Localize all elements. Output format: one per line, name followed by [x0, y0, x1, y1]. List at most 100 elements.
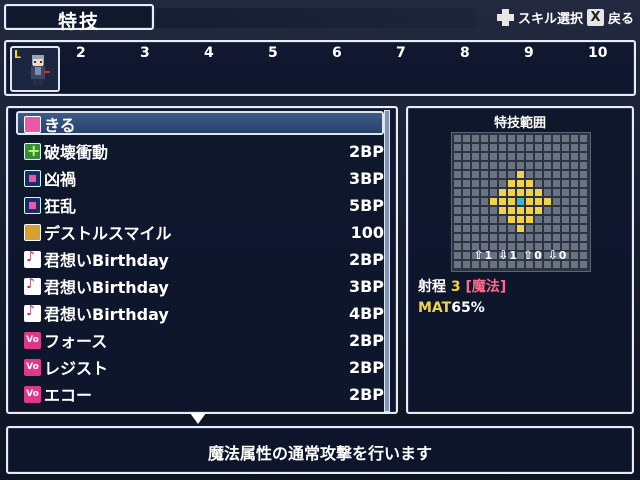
grid-cell — [454, 216, 461, 223]
skill-row[interactable]: 君想いBirthday 3BP — [24, 273, 384, 299]
pattern-icon — [24, 223, 41, 241]
grid-cell — [490, 207, 497, 214]
grid-cell — [508, 171, 515, 178]
grid-cell — [544, 180, 551, 187]
grid-cell — [526, 216, 533, 223]
grid-cell — [463, 198, 470, 205]
skill-name: 君想いBirthday — [44, 251, 169, 270]
grid-cell — [463, 153, 470, 160]
skill-cost: 3BP — [348, 276, 384, 296]
up-arrow-icon: ⇧ — [473, 248, 484, 262]
grid-cell — [481, 216, 488, 223]
grid-cell — [463, 225, 470, 232]
grid-cell — [517, 225, 524, 232]
grid-cell — [472, 198, 479, 205]
skill-row[interactable]: 狂乱 5BP — [24, 192, 384, 218]
grid-cell — [472, 144, 479, 151]
grid-cell — [508, 198, 515, 205]
range-label: 射程 — [418, 279, 446, 295]
down-arrow-icon: ⇩ — [498, 248, 509, 262]
grid-cell — [454, 162, 461, 169]
party-slot-3[interactable]: 3 — [140, 45, 150, 61]
grid-cell — [553, 189, 560, 196]
skill-row[interactable]: デストルスマイル 100 — [24, 219, 384, 245]
description-box: 魔法属性の通常攻撃を行います — [6, 426, 634, 474]
grid-cell — [517, 198, 524, 205]
party-slot-2[interactable]: 2 — [76, 45, 86, 61]
x-button-icon[interactable]: X — [586, 8, 604, 26]
grid-cell — [535, 153, 542, 160]
skill-row[interactable]: 破壊衝動 2BP — [24, 138, 384, 164]
skill-row[interactable]: Vo エコー 2BP — [24, 381, 384, 407]
skill-name: 君想いBirthday — [44, 278, 169, 297]
grid-cell — [535, 180, 542, 187]
skill-name: 狂乱 — [44, 197, 77, 216]
grid-cell — [454, 180, 461, 187]
skill-row[interactable]: 君想いBirthday 2BP — [24, 246, 384, 272]
grid-cell — [454, 144, 461, 151]
grid-cell — [526, 225, 533, 232]
scrollbar[interactable] — [384, 110, 390, 412]
grid-cell — [571, 225, 578, 232]
party-slot-6[interactable]: 6 — [332, 45, 342, 61]
party-slot-4[interactable]: 4 — [204, 45, 214, 61]
grid-cell — [562, 153, 569, 160]
back-hint[interactable]: 戻る — [608, 8, 634, 27]
grid-cell — [562, 198, 569, 205]
mat-label: MAT — [418, 300, 452, 316]
grid-cell — [526, 198, 533, 205]
grid-cell — [463, 171, 470, 178]
grid-cell — [508, 225, 515, 232]
grid-cell — [499, 135, 506, 142]
grid-cell — [517, 189, 524, 196]
party-slot-9[interactable]: 9 — [524, 45, 534, 61]
grid-cell — [544, 261, 551, 268]
music-note-icon — [24, 276, 41, 295]
stat-3: ⇧ 0 — [523, 248, 542, 262]
grid-cell — [481, 198, 488, 205]
grid-cell — [526, 180, 533, 187]
party-slot-10[interactable]: 10 — [588, 45, 607, 61]
grid-cell — [580, 162, 587, 169]
skill-cost: 4BP — [348, 303, 384, 323]
party-slot-5[interactable]: 5 — [268, 45, 278, 61]
grid-cell — [499, 216, 506, 223]
grid-cell — [535, 135, 542, 142]
grid-cell — [535, 144, 542, 151]
skill-row[interactable]: Vo フォース 2BP — [24, 327, 384, 353]
grid-cell — [580, 198, 587, 205]
grid-cell — [535, 207, 542, 214]
grid-cell — [544, 153, 551, 160]
skill-cost: 2BP — [348, 249, 384, 269]
grid-cell — [472, 234, 479, 241]
grid-cell — [463, 135, 470, 142]
party-slot-8[interactable]: 8 — [460, 45, 470, 61]
grid-cell — [472, 207, 479, 214]
grid-cell — [553, 180, 560, 187]
grid-cell — [481, 162, 488, 169]
party-slot-7[interactable]: 7 — [396, 45, 406, 61]
skill-row[interactable]: きる — [24, 111, 384, 137]
grid-cell — [517, 171, 524, 178]
grid-cell — [517, 234, 524, 241]
grid-cell — [526, 171, 533, 178]
skill-row[interactable]: 君想いBirthday 4BP — [24, 300, 384, 326]
grid-cell — [553, 162, 560, 169]
grid-cell — [553, 198, 560, 205]
grid-cell — [562, 162, 569, 169]
grid-cell — [526, 189, 533, 196]
party-slot-1[interactable]: L — [10, 46, 60, 92]
grid-cell — [499, 198, 506, 205]
grid-cell — [508, 180, 515, 187]
grid-cell — [580, 207, 587, 214]
skill-row[interactable]: 凶禍 3BP — [24, 165, 384, 191]
skill-row[interactable]: Vo レジスト 2BP — [24, 354, 384, 380]
grid-cell — [472, 225, 479, 232]
grid-cell — [490, 234, 497, 241]
grid-cell — [454, 135, 461, 142]
grid-cell — [463, 144, 470, 151]
grid-cell — [499, 234, 506, 241]
grid-cell — [490, 216, 497, 223]
grid-cell — [481, 171, 488, 178]
grid-cell — [571, 216, 578, 223]
